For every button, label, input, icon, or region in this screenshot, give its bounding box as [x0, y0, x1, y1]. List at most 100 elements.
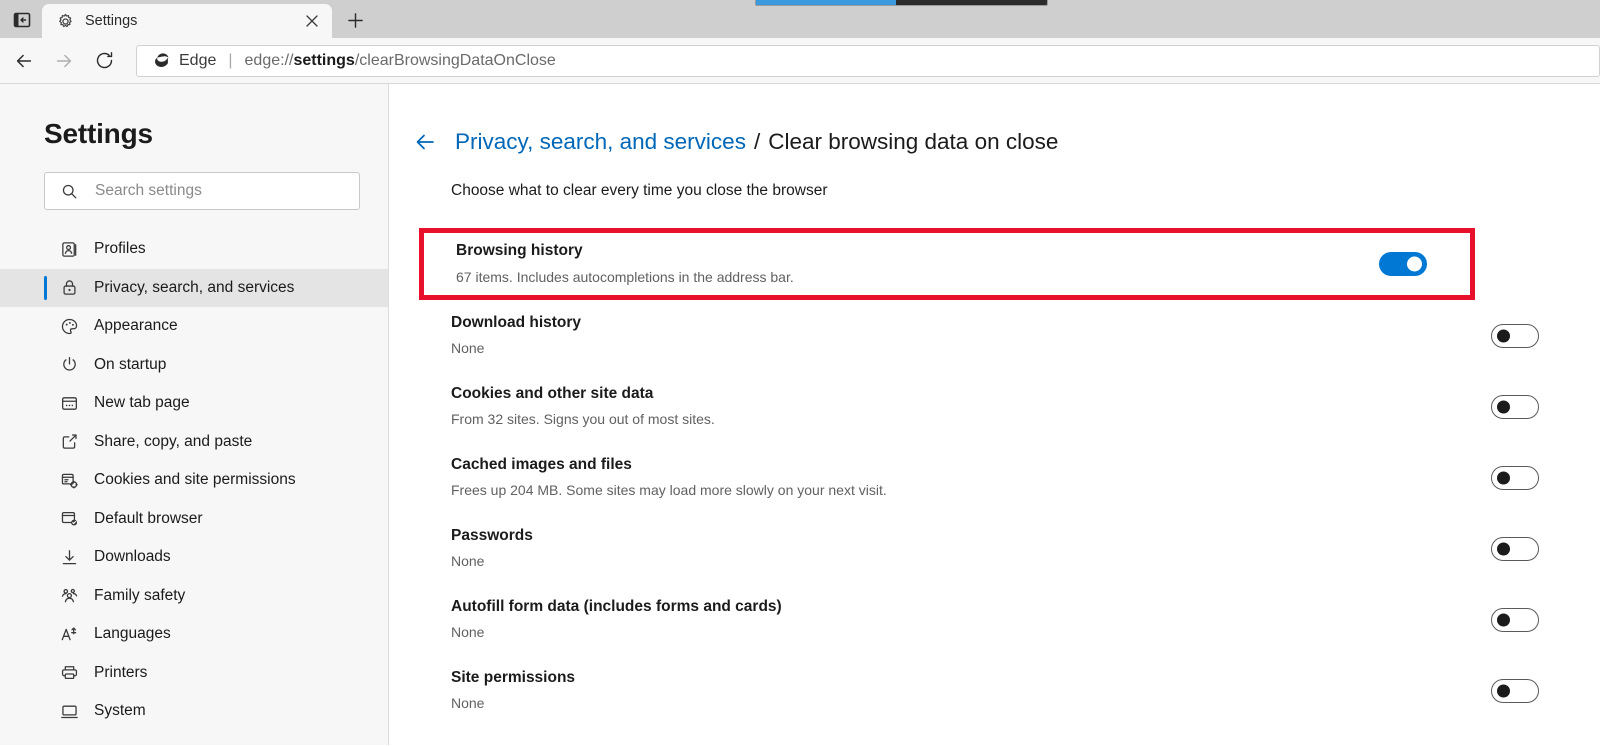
search-settings-box[interactable]	[44, 172, 360, 210]
setting-toggle-cell	[1430, 323, 1600, 348]
close-icon[interactable]	[300, 9, 324, 33]
refresh-button[interactable]	[84, 41, 124, 81]
tab-actions-icon[interactable]	[4, 3, 40, 37]
toggle-switch[interactable]	[1491, 394, 1539, 419]
sidebar-item-new-tab-page[interactable]: New tab page	[0, 384, 388, 423]
gear-icon	[56, 12, 74, 30]
setting-row: Cached images and files Frees up 204 MB. …	[389, 442, 1600, 513]
setting-row: Site permissions None	[389, 655, 1600, 726]
sidebar-item-default-browser[interactable]: Default browser	[0, 500, 388, 539]
setting-title: Browsing history	[456, 242, 583, 260]
sidebar-item-label: Default browser	[94, 509, 203, 527]
settings-content: Privacy, search, and services / Clear br…	[389, 84, 1600, 745]
languages-icon	[58, 623, 80, 645]
setting-toggle-cell	[1430, 678, 1600, 703]
setting-description: None	[451, 695, 485, 712]
sidebar-item-label: Languages	[94, 625, 171, 643]
sidebar-item-languages[interactable]: Languages	[0, 615, 388, 654]
sidebar-item-system[interactable]: System	[0, 692, 388, 731]
setting-row-texts: Cached images and files Frees up 204 MB. …	[451, 454, 1600, 501]
toggle-knob	[1497, 400, 1510, 413]
toggle-knob	[1407, 256, 1422, 272]
cookies-icon	[58, 469, 80, 491]
power-icon	[58, 354, 80, 376]
omnibox-url[interactable]: edge://settings/clearBrowsingDataOnClose	[245, 52, 556, 70]
setting-title: Autofill form data (includes forms and c…	[451, 597, 782, 615]
setting-description: Frees up 204 MB. Some sites may load mor…	[451, 482, 887, 499]
omnibox-separator: |	[228, 51, 233, 69]
setting-toggle-cell	[1430, 607, 1600, 632]
toggle-switch[interactable]	[1491, 536, 1539, 561]
sidebar-item-privacy-search-and-services[interactable]: Privacy, search, and services	[0, 268, 388, 307]
toggle-knob	[1497, 471, 1510, 484]
back-button[interactable]	[4, 41, 44, 81]
sidebar-item-share-copy-and-paste[interactable]: Share, copy, and paste	[0, 423, 388, 462]
printer-icon	[58, 662, 80, 684]
settings-sidebar: Settings Profiles Privacy, search, and se…	[0, 84, 389, 745]
toggle-switch[interactable]	[1491, 323, 1539, 348]
setting-title: Cookies and other site data	[451, 384, 654, 402]
sidebar-item-label: System	[94, 702, 146, 720]
forward-button[interactable]	[44, 41, 84, 81]
setting-toggle-cell	[1328, 252, 1478, 276]
sidebar-item-label: Appearance	[94, 317, 178, 335]
toggle-knob	[1497, 684, 1510, 697]
sidebar-item-family-safety[interactable]: Family safety	[0, 577, 388, 616]
setting-row: Cookies and other site data From 32 sites…	[389, 371, 1600, 442]
sidebar-item-printers[interactable]: Printers	[0, 654, 388, 693]
browser-chrome: Settings Edge | edge://settings/clearBro…	[0, 0, 1600, 84]
back-arrow-icon[interactable]	[411, 128, 439, 156]
sidebar-item-cookies-and-site-permissions[interactable]: Cookies and site permissions	[0, 461, 388, 500]
setting-row-texts: Autofill form data (includes forms and c…	[451, 596, 1600, 643]
setting-toggle-cell	[1430, 465, 1600, 490]
setting-row-texts: Cookies and other site data From 32 sites…	[451, 383, 1600, 430]
tab-title: Settings	[85, 13, 138, 29]
setting-description: 67 items. Includes autocompletions in th…	[456, 268, 794, 285]
browser-toolbar: Edge | edge://settings/clearBrowsingData…	[0, 38, 1600, 84]
toggle-knob	[1497, 542, 1510, 555]
setting-row: Passwords None	[389, 513, 1600, 584]
sidebar-item-label: Family safety	[94, 586, 186, 604]
toggle-switch[interactable]	[1491, 607, 1539, 632]
url-prefix: edge://	[244, 51, 294, 69]
setting-title: Download history	[451, 313, 582, 331]
search-input[interactable]	[95, 182, 359, 200]
settings-page: Settings Profiles Privacy, search, and se…	[0, 84, 1600, 745]
sidebar-item-label: Downloads	[94, 548, 171, 566]
toggle-switch[interactable]	[1379, 252, 1427, 276]
tab-settings[interactable]: Settings	[42, 4, 332, 38]
setting-description: None	[451, 340, 485, 357]
page-title: Settings	[44, 118, 153, 149]
setting-toggle-cell	[1430, 536, 1600, 561]
sidebar-item-profiles[interactable]: Profiles	[0, 230, 388, 269]
lock-icon	[58, 277, 80, 299]
setting-row-texts: Download history None	[451, 312, 1600, 359]
tab-strip: Settings	[0, 0, 1600, 38]
setting-description: None	[451, 553, 485, 570]
setting-description: From 32 sites. Signs you out of most sit…	[451, 411, 715, 428]
address-bar[interactable]: Edge | edge://settings/clearBrowsingData…	[136, 44, 1600, 77]
url-host: settings	[293, 51, 355, 69]
sidebar-item-downloads[interactable]: Downloads	[0, 538, 388, 577]
breadcrumb: Privacy, search, and services / Clear br…	[389, 128, 1600, 156]
url-path: /clearBrowsingDataOnClose	[354, 51, 556, 69]
setting-title: Site permissions	[451, 668, 576, 686]
clear-data-settings-list: Browsing history 67 items. Includes autoc…	[389, 228, 1600, 726]
sidebar-item-on-startup[interactable]: On startup	[0, 346, 388, 385]
setting-title: Passwords	[451, 526, 533, 544]
setting-row: Download history None	[389, 300, 1600, 371]
sidebar-item-label: Printers	[94, 663, 148, 681]
family-icon	[58, 585, 80, 607]
sidebar-item-label: On startup	[94, 355, 167, 373]
setting-toggle-cell	[1430, 394, 1600, 419]
new-tab-button[interactable]	[338, 5, 372, 35]
breadcrumb-parent-link[interactable]: Privacy, search, and services	[455, 129, 746, 155]
breadcrumb-current: Clear browsing data on close	[768, 129, 1059, 154]
sidebar-item-appearance[interactable]: Appearance	[0, 307, 388, 346]
setting-description: None	[451, 624, 485, 641]
breadcrumb-separator: /	[753, 129, 761, 154]
new-tab-page-icon	[58, 392, 80, 414]
sidebar-item-label: Privacy, search, and services	[94, 278, 295, 296]
toggle-switch[interactable]	[1491, 678, 1539, 703]
toggle-switch[interactable]	[1491, 465, 1539, 490]
